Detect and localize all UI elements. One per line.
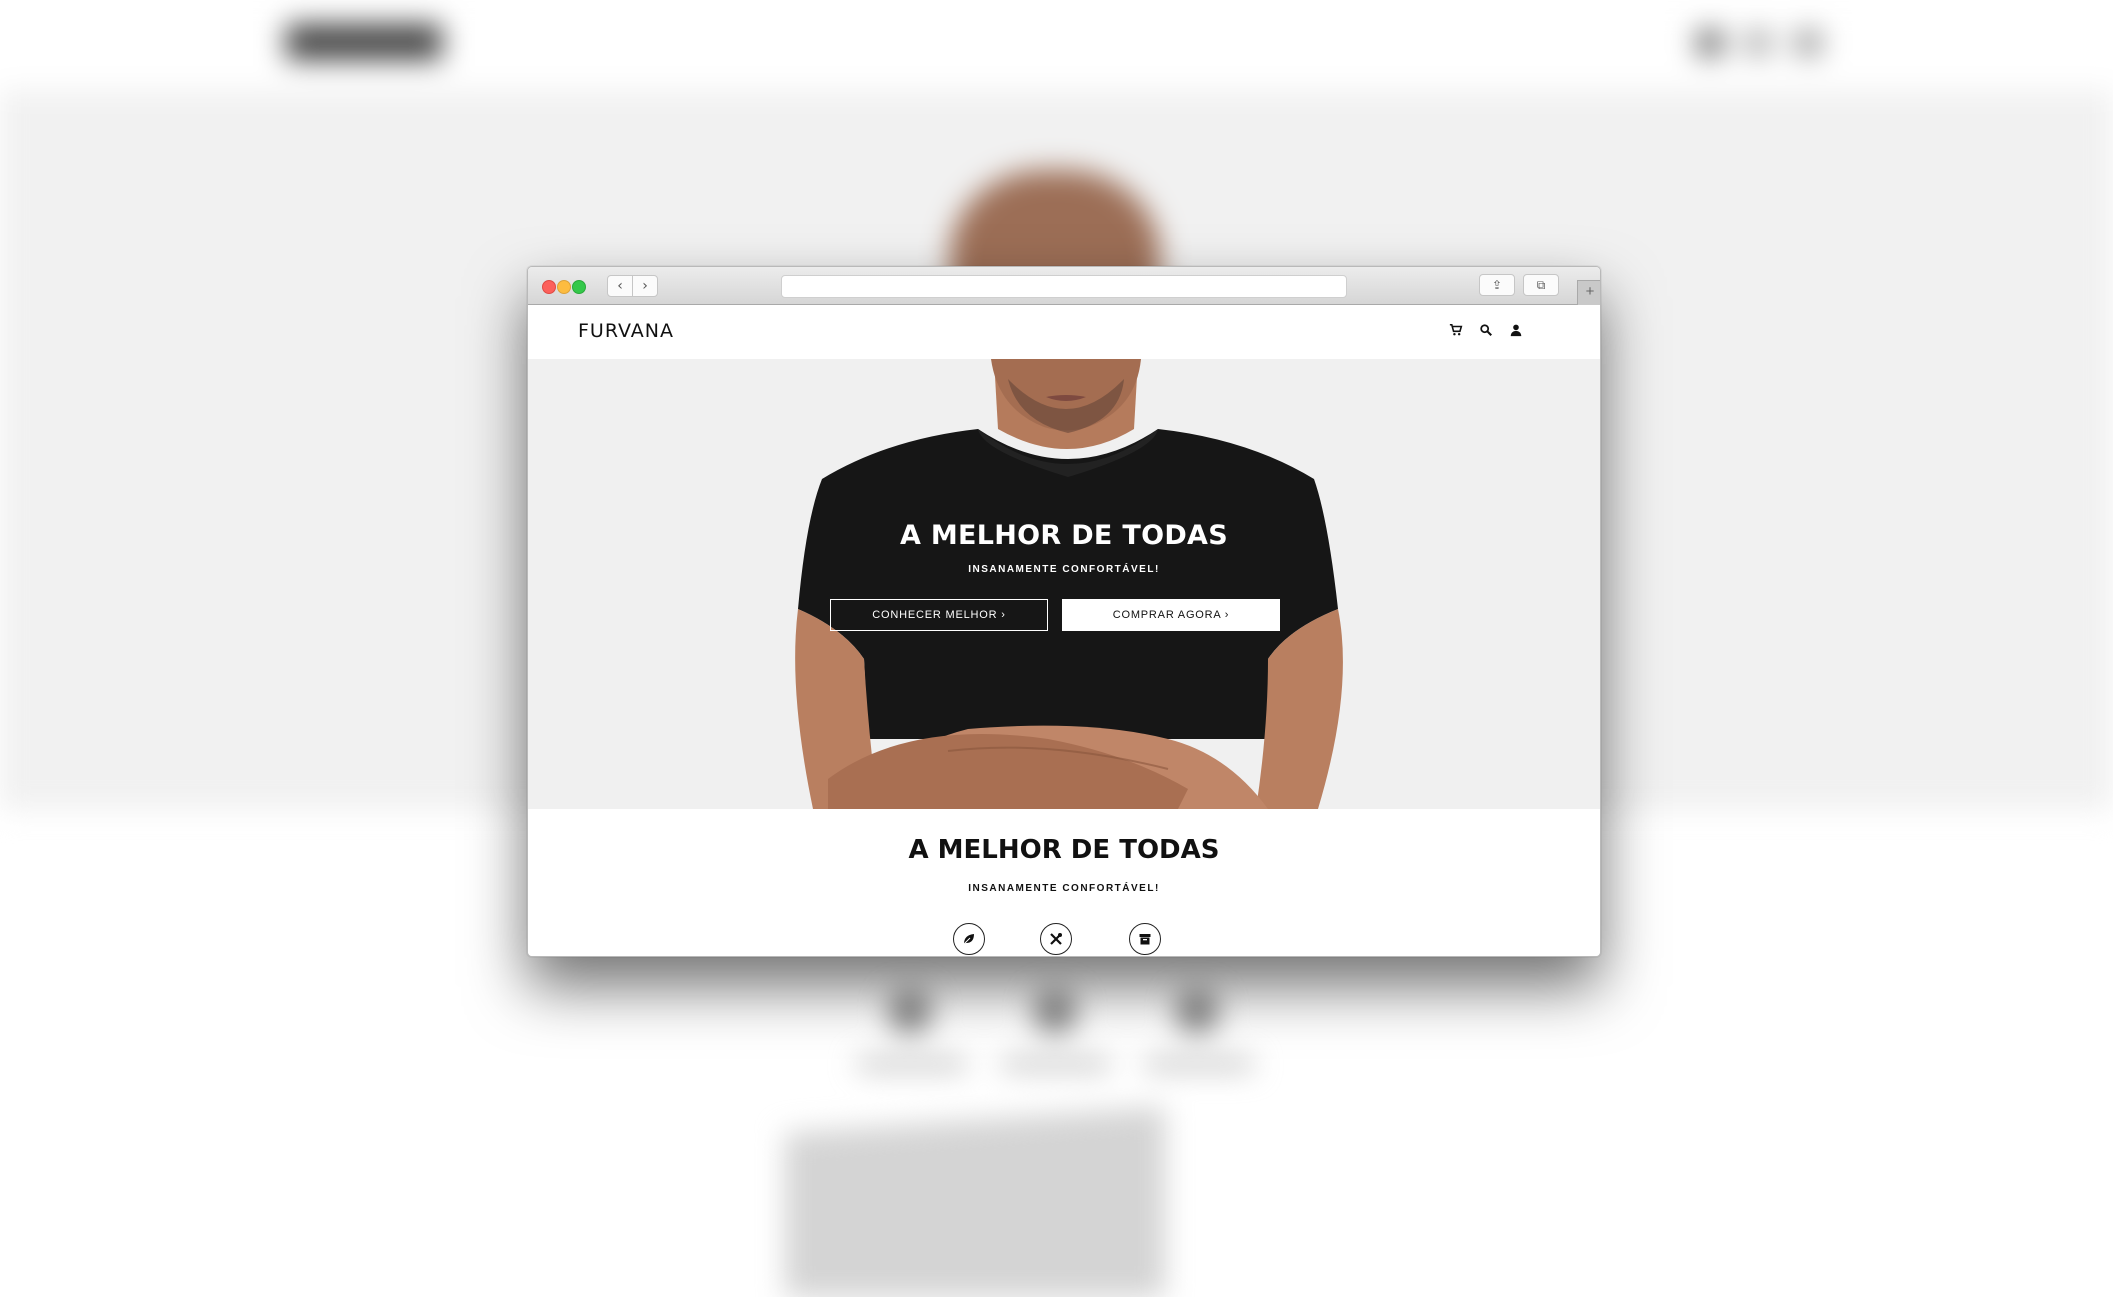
learn-more-button[interactable]: CONHECER MELHOR › [830,599,1048,631]
browser-titlebar: ‹ › ⇪ ⧉ + [528,267,1600,306]
minimize-window-button[interactable] [557,280,571,294]
hero-title: A MELHOR DE TODAS [899,520,1229,551]
background-header [0,0,2113,90]
leaf-icon [953,923,985,955]
close-window-button[interactable] [542,280,556,294]
user-icon[interactable] [1509,323,1523,337]
hero-banner: A MELHOR DE TODAS INSANAMENTE CONFORTÁVE… [528,359,1600,809]
background-search-icon [1745,30,1771,56]
background-cart-icon [1697,30,1723,56]
address-bar[interactable] [781,275,1347,298]
cart-icon[interactable] [1449,323,1463,337]
forward-button[interactable]: › [632,275,658,297]
new-tab-button[interactable]: + [1577,280,1600,306]
website-content: FURVANA A MELHOR DE TODAS INSANAMENTE CO… [528,305,1600,956]
hero-model-image [795,359,1343,809]
buy-now-button[interactable]: COMPRAR AGORA › [1062,599,1280,631]
back-button[interactable]: ‹ [607,275,633,297]
background-caption [857,1058,967,1070]
share-button[interactable]: ⇪ [1479,274,1515,296]
browser-window: ‹ › ⇪ ⧉ + FURVANA A MELHOR DE TODAS INSA… [527,266,1601,957]
site-header: FURVANA [528,305,1600,359]
background-feature-icon [888,990,932,1034]
search-icon[interactable] [1479,323,1493,337]
site-logo[interactable]: FURVANA [578,320,674,342]
background-logo [286,24,442,60]
section-title: A MELHOR DE TODAS [908,835,1220,865]
background-feature-icon [1175,990,1219,1034]
background-feature-icon [1033,990,1077,1034]
section-subtitle: INSANAMENTE CONFORTÁVEL! [968,883,1160,894]
show-tabs-button[interactable]: ⧉ [1523,274,1559,296]
hero-subtitle: INSANAMENTE CONFORTÁVEL! [968,564,1160,575]
archive-box-icon [1129,923,1161,955]
background-card [785,1106,1165,1297]
zoom-window-button[interactable] [572,280,586,294]
background-caption [1144,1058,1254,1070]
background-user-icon [1795,30,1821,56]
background-caption [1001,1058,1111,1070]
tools-icon [1040,923,1072,955]
